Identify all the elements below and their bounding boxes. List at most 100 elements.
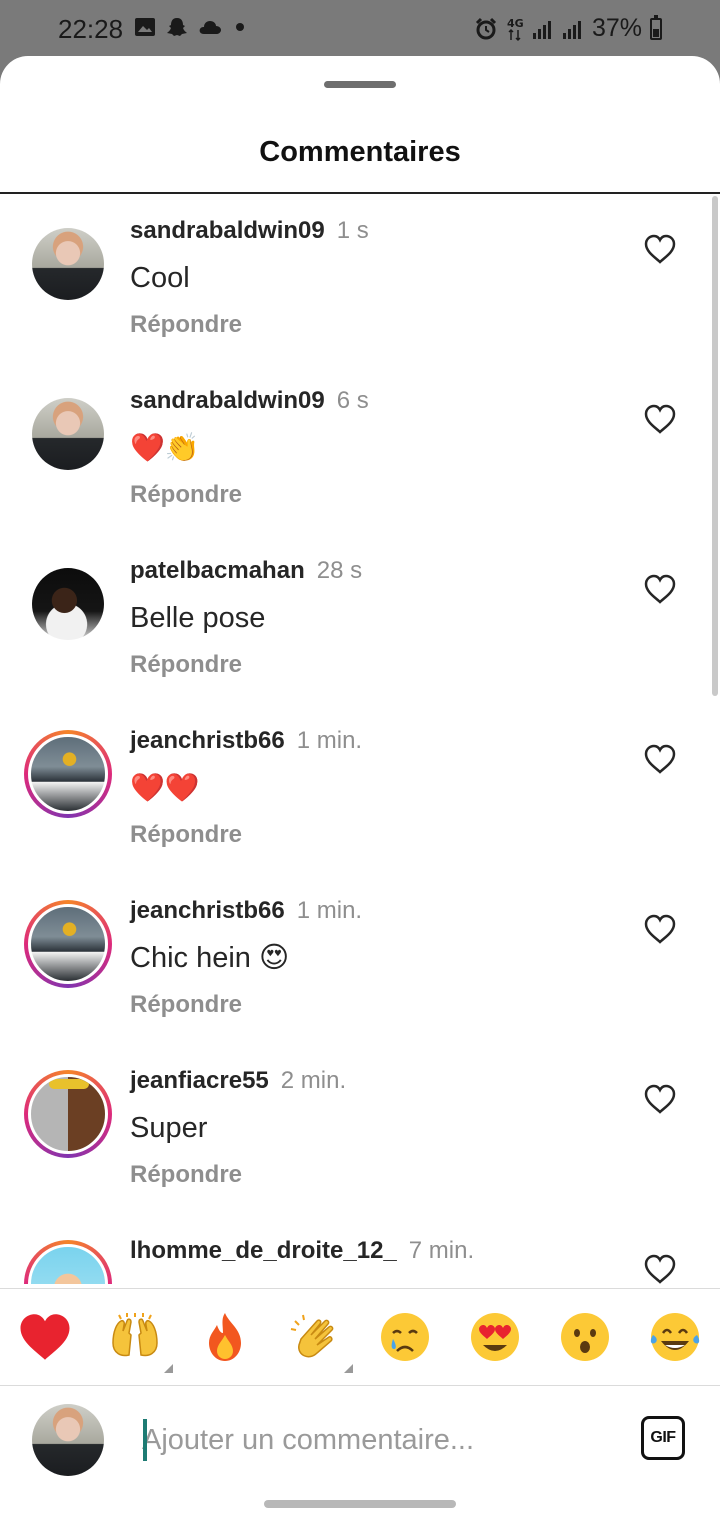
snapchat-icon bbox=[167, 18, 187, 36]
comment-text bbox=[130, 1280, 630, 1284]
text-cursor bbox=[143, 1419, 147, 1461]
status-time: 22:28 bbox=[58, 14, 124, 44]
reply-button[interactable]: Répondre bbox=[130, 820, 630, 850]
comment-username[interactable]: sandrabaldwin09 bbox=[130, 387, 325, 414]
avatar-image bbox=[28, 734, 108, 814]
reply-button[interactable]: Répondre bbox=[130, 480, 630, 510]
comment-time: 2 min. bbox=[280, 1067, 347, 1094]
heart-eyes-icon bbox=[471, 1313, 519, 1361]
comment-item: lhomme_de_droite_12_ 7 min. bbox=[0, 1214, 720, 1284]
comment-username[interactable]: sandrabaldwin09 bbox=[130, 217, 325, 244]
heart-icon[interactable] bbox=[644, 404, 676, 434]
heart-icon[interactable] bbox=[644, 1254, 676, 1284]
comment-time: 1 min. bbox=[296, 727, 363, 754]
comment-input[interactable] bbox=[142, 1418, 612, 1462]
battery-percent: 37% bbox=[591, 14, 642, 42]
tears-of-joy-icon bbox=[650, 1313, 700, 1361]
dot-icon bbox=[236, 23, 244, 31]
4g-icon: 4G bbox=[507, 17, 524, 41]
drag-handle[interactable] bbox=[324, 81, 396, 88]
comment-item: sandrabaldwin09 1 s Cool Répondre bbox=[0, 194, 720, 364]
reply-button[interactable]: Répondre bbox=[130, 650, 630, 680]
cloud-icon bbox=[199, 21, 221, 34]
heart-icon[interactable] bbox=[644, 914, 676, 944]
battery-icon bbox=[650, 14, 662, 40]
avatar[interactable] bbox=[32, 228, 104, 300]
reply-button[interactable]: Répondre bbox=[130, 310, 630, 340]
status-left-icons bbox=[134, 16, 248, 38]
comment-item: patelbacmahan 28 s Belle pose Répondre bbox=[0, 534, 720, 704]
heart-icon[interactable] bbox=[644, 744, 676, 774]
skin-tone-indicator bbox=[344, 1364, 353, 1373]
reply-button[interactable]: Répondre bbox=[130, 1160, 630, 1190]
reply-button[interactable]: Répondre bbox=[130, 990, 630, 1020]
comment-item: jeanchristb66 1 min. Chic hein 😍 Répondre bbox=[0, 874, 720, 1044]
comment-username[interactable]: patelbacmahan bbox=[130, 557, 305, 584]
comment-username[interactable]: jeanchristb66 bbox=[130, 897, 285, 924]
avatar[interactable] bbox=[24, 1240, 112, 1284]
comment-username[interactable]: jeanfiacre55 bbox=[130, 1067, 269, 1094]
alarm-icon bbox=[475, 17, 497, 39]
comment-item: sandrabaldwin09 6 s ❤️👏 Répondre bbox=[0, 364, 720, 534]
crying-face-icon bbox=[381, 1313, 429, 1361]
reaction-fire[interactable] bbox=[197, 1309, 253, 1365]
avatar[interactable] bbox=[32, 398, 104, 470]
comment-time: 1 min. bbox=[296, 897, 363, 924]
avatar-image bbox=[28, 904, 108, 984]
avatar[interactable] bbox=[24, 900, 112, 988]
comment-text: Cool bbox=[130, 262, 190, 294]
avatar-image bbox=[28, 1244, 108, 1284]
status-bar: 22:28 4G 37% bbox=[0, 0, 720, 56]
avatar[interactable] bbox=[24, 1070, 112, 1158]
reaction-crying[interactable] bbox=[377, 1309, 433, 1365]
avatar-image bbox=[32, 228, 104, 300]
comment-username[interactable]: lhomme_de_droite_12_ bbox=[130, 1237, 397, 1264]
reaction-raised-hands[interactable] bbox=[107, 1309, 173, 1373]
comment-time: 7 min. bbox=[408, 1237, 475, 1264]
gif-button[interactable]: GIF bbox=[641, 1416, 685, 1460]
surprised-face-icon bbox=[561, 1313, 609, 1361]
reaction-heart-eyes[interactable] bbox=[467, 1309, 523, 1365]
comment-item: jeanfiacre55 2 min. Super Répondre bbox=[0, 1044, 720, 1214]
comment-text: Super bbox=[130, 1112, 208, 1144]
comments-list[interactable]: sandrabaldwin09 1 s Cool Répondre sandrab… bbox=[0, 194, 720, 1284]
comment-text: ❤️❤️ bbox=[130, 771, 200, 804]
avatar-image bbox=[28, 1074, 108, 1154]
comment-time: 1 s bbox=[336, 217, 369, 244]
avatar-image bbox=[32, 1404, 104, 1476]
comments-sheet: Commentaires sandrabaldwin09 1 s Cool Rép… bbox=[0, 56, 720, 1520]
reaction-heart[interactable] bbox=[17, 1309, 73, 1365]
avatar[interactable] bbox=[32, 568, 104, 640]
raised-hands-icon bbox=[112, 1313, 158, 1357]
quick-reactions-bar bbox=[0, 1288, 720, 1386]
comment-time: 28 s bbox=[316, 557, 363, 584]
skin-tone-indicator bbox=[164, 1364, 173, 1373]
sheet-title: Commentaires bbox=[259, 136, 461, 168]
avatar[interactable] bbox=[24, 730, 112, 818]
red-heart-icon bbox=[20, 1314, 70, 1360]
comment-text: Chic hein 😍 bbox=[130, 942, 290, 974]
signal-icon bbox=[532, 20, 551, 39]
comment-text: ❤️👏 bbox=[130, 431, 200, 464]
heart-icon[interactable] bbox=[644, 1084, 676, 1114]
avatar-image bbox=[32, 398, 104, 470]
fire-icon bbox=[209, 1313, 241, 1361]
my-avatar bbox=[32, 1404, 104, 1476]
heart-icon[interactable] bbox=[644, 574, 676, 604]
signal-icon bbox=[562, 20, 581, 39]
comment-username[interactable]: jeanchristb66 bbox=[130, 727, 285, 754]
reaction-laughing[interactable] bbox=[647, 1309, 703, 1365]
heart-icon[interactable] bbox=[644, 234, 676, 264]
svg-text:4G: 4G bbox=[507, 17, 524, 30]
comment-item: jeanchristb66 1 min. ❤️❤️ Répondre bbox=[0, 704, 720, 874]
comment-text: Belle pose bbox=[130, 602, 266, 634]
avatar-image bbox=[32, 568, 104, 640]
home-indicator[interactable] bbox=[264, 1500, 456, 1508]
comment-time: 6 s bbox=[336, 387, 369, 414]
reaction-surprised[interactable] bbox=[557, 1309, 613, 1365]
clapping-hands-icon bbox=[290, 1314, 334, 1358]
status-right: 4G 37% bbox=[474, 14, 662, 43]
comment-composer: GIF bbox=[0, 1386, 720, 1486]
reaction-clap[interactable] bbox=[287, 1309, 353, 1373]
gallery-icon bbox=[135, 18, 155, 36]
